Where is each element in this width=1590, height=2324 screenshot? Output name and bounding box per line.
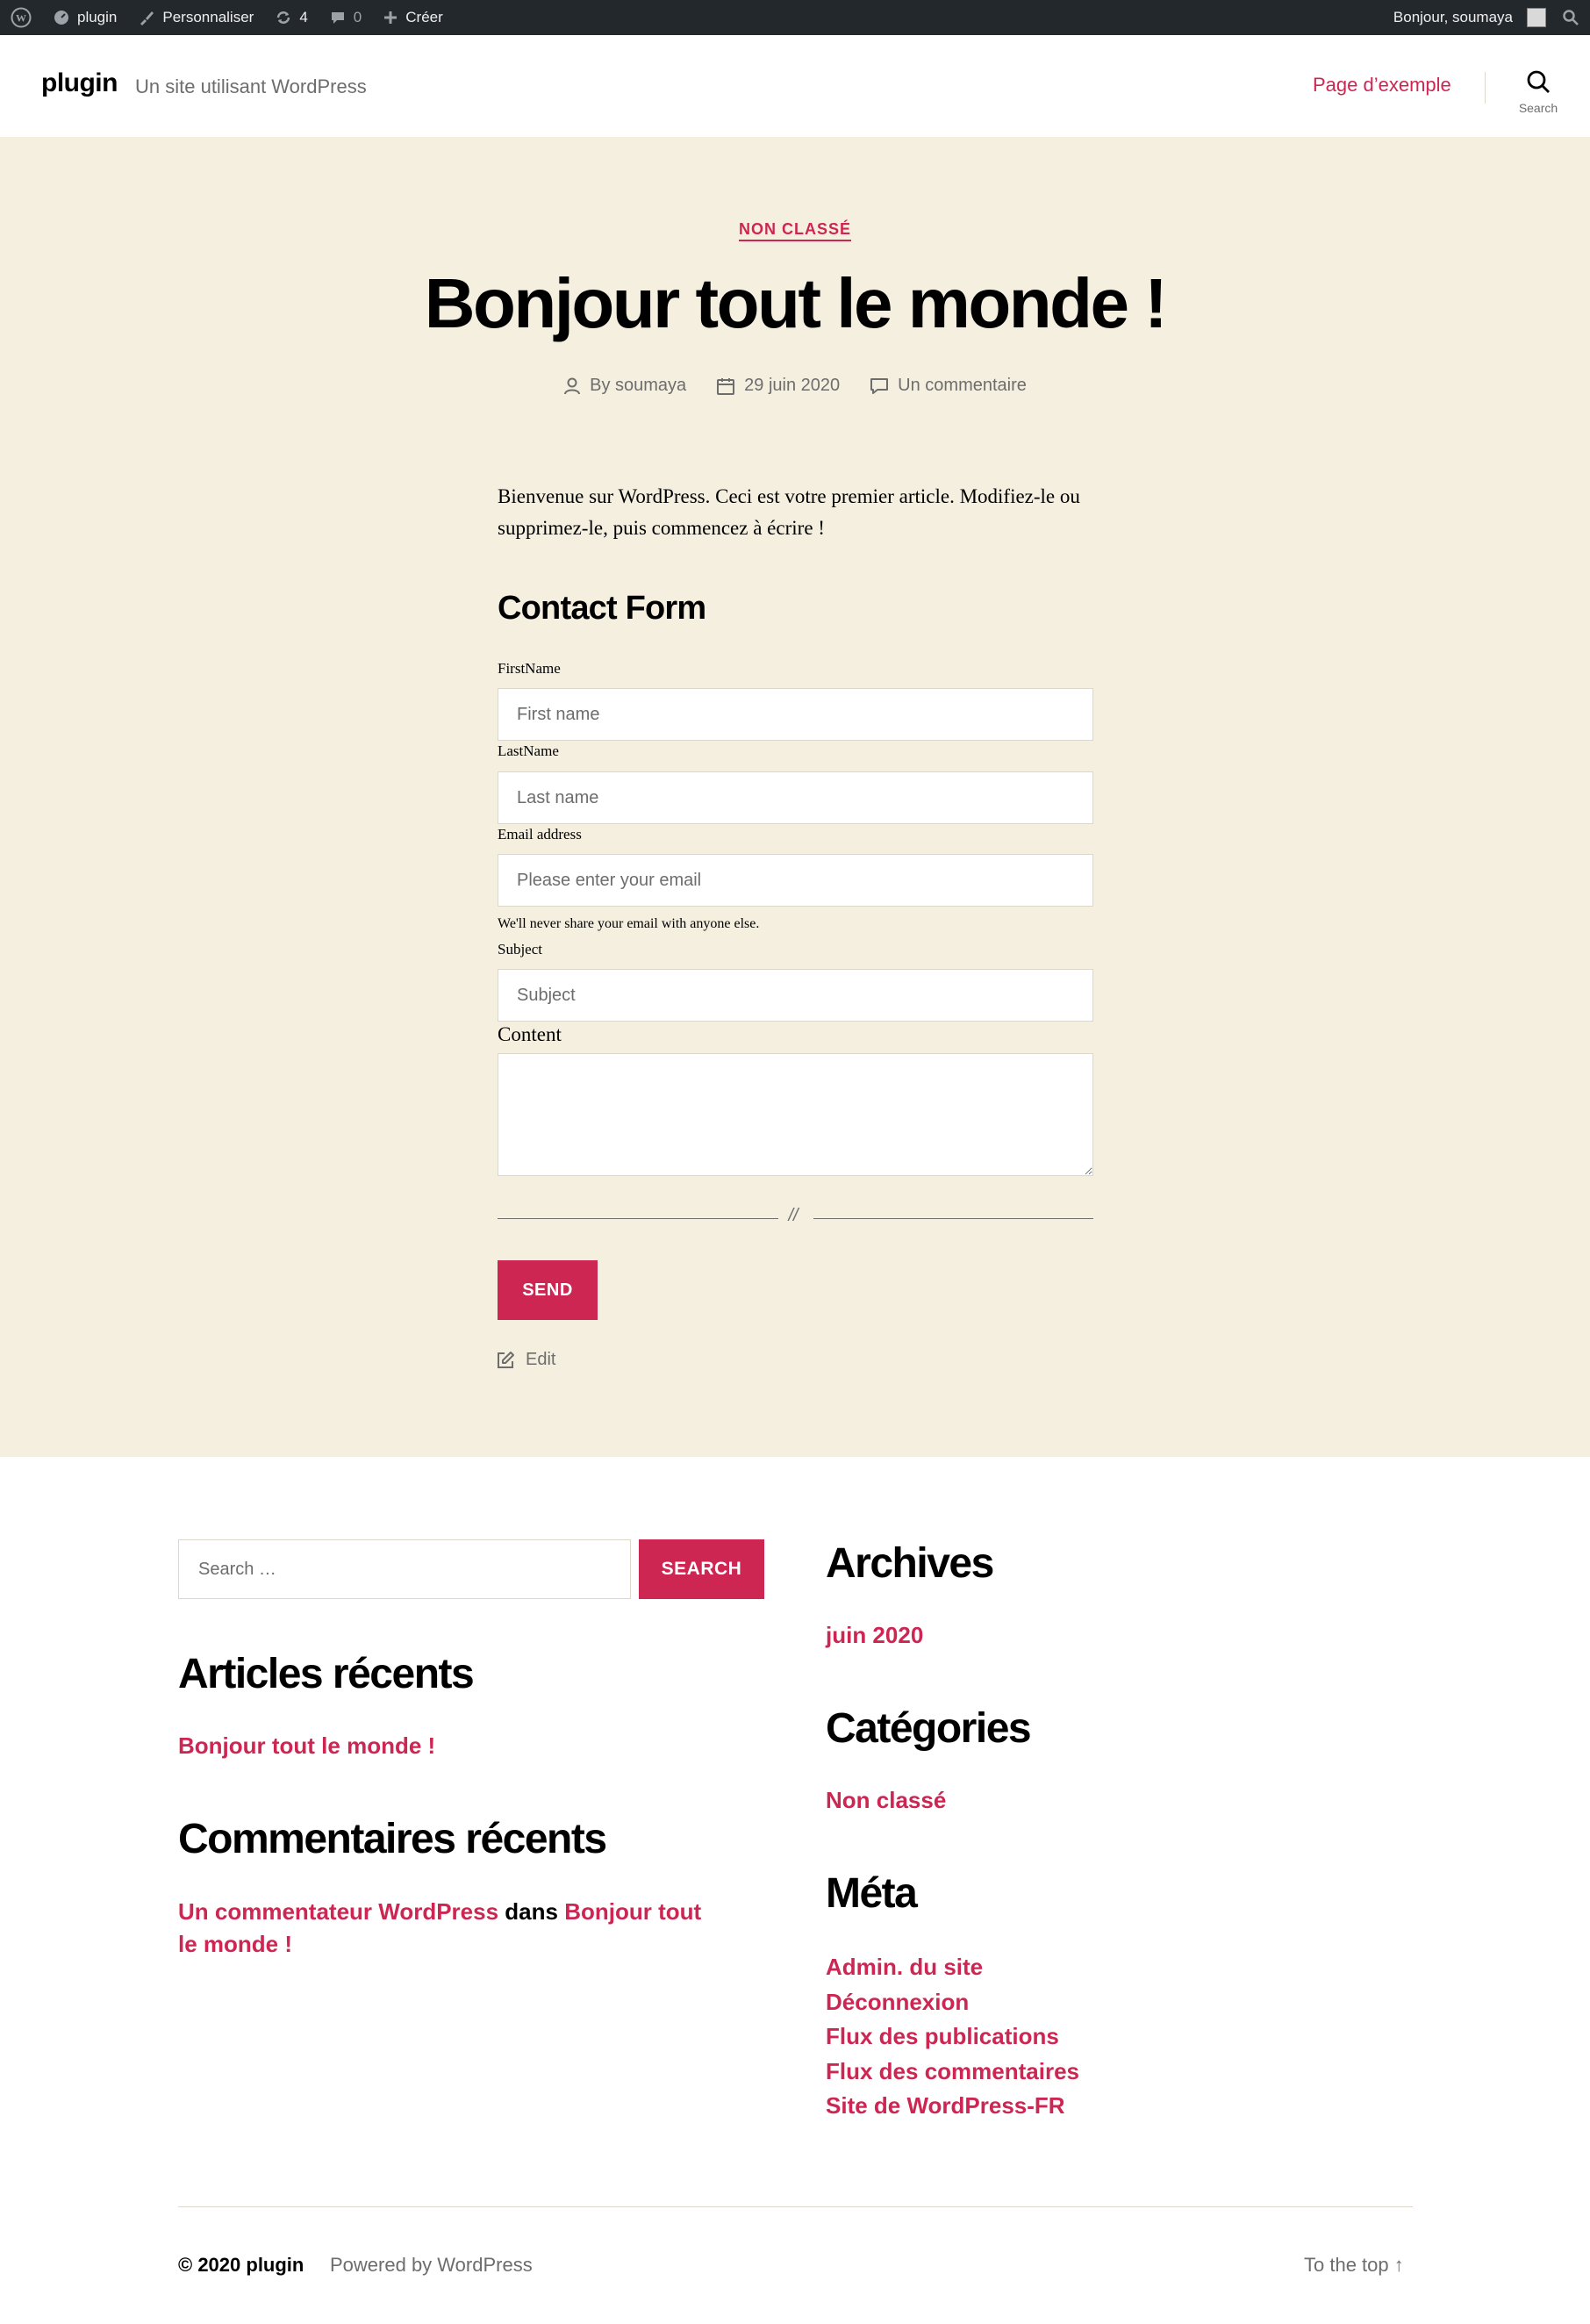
svg-text:W: W	[16, 12, 26, 25]
subject-label: Subject	[498, 941, 542, 958]
recent-posts-title: Articles récents	[178, 1651, 475, 1697]
contact-form-heading: Contact Form	[498, 590, 706, 627]
wordpress-icon: W	[11, 7, 32, 28]
updates-link[interactable]: 4	[264, 0, 318, 35]
site-tagline: Un site utilisant WordPress	[135, 75, 367, 97]
site-header: plugin Un site utilisant WordPress Page …	[0, 35, 1590, 137]
recent-comment-item: Un commentateur WordPress dans Bonjour t…	[178, 1896, 722, 1961]
category-link-wrap: NON CLASSÉ	[0, 220, 1590, 241]
post-date-label: 29 juin 2020	[744, 376, 841, 395]
firstname-label: FirstName	[498, 660, 561, 677]
post-comments[interactable]: Un commentaire	[870, 376, 1027, 396]
adminbar-search-button[interactable]	[1551, 0, 1590, 35]
meta-links-list: Admin. du site Déconnexion Flux des publ…	[826, 1950, 1079, 2124]
post-author-label: By soumaya	[590, 376, 687, 395]
to-the-top-link[interactable]: To the top ↑	[1304, 2254, 1404, 2277]
avatar	[1527, 8, 1546, 27]
meta-link-logout[interactable]: Déconnexion	[826, 1985, 1079, 2020]
admin-bar: W plugin Personnaliser 4 0 Créer Bonjour…	[0, 0, 1590, 35]
separator-line-right	[813, 1218, 1093, 1219]
email-input[interactable]	[498, 854, 1093, 907]
edit-link[interactable]: Edit	[496, 1350, 555, 1370]
subject-input[interactable]	[498, 969, 1093, 1022]
dashboard-icon	[54, 11, 68, 25]
archives-title: Archives	[826, 1540, 994, 1587]
comment-icon	[870, 377, 889, 394]
recent-post-link[interactable]: Bonjour tout le monde !	[178, 1732, 435, 1760]
footer-divider	[178, 2206, 1413, 2207]
footer-powered-by[interactable]: Powered by WordPress	[330, 2254, 533, 2277]
updates-icon	[277, 11, 290, 24]
my-account-menu[interactable]: Bonjour, soumaya	[1383, 0, 1551, 35]
meta-link-wordpress-fr[interactable]: Site de WordPress-FR	[826, 2089, 1079, 2124]
comment-author-link[interactable]: Un commentateur WordPress	[178, 1898, 498, 1925]
comment-bubble-icon	[331, 12, 344, 24]
send-button[interactable]: SEND	[498, 1260, 598, 1320]
lastname-label: LastName	[498, 742, 559, 759]
content-label: Content	[498, 1023, 562, 1045]
edit-icon	[498, 1351, 514, 1368]
recent-comments-title: Commentaires récents	[178, 1816, 607, 1862]
customize-label: Personnaliser	[162, 9, 254, 25]
post-intro: Bienvenue sur WordPress. Ceci est votre …	[498, 485, 1080, 539]
meta-link-admin[interactable]: Admin. du site	[826, 1950, 1079, 1985]
separator-mark: //	[788, 1206, 799, 1225]
category-link[interactable]: NON CLASSÉ	[738, 220, 851, 241]
user-icon	[564, 377, 581, 394]
brush-icon	[140, 11, 154, 25]
footer-copyright: © 2020 plugin	[178, 2254, 304, 2276]
categories-title: Catégories	[826, 1705, 1032, 1752]
search-toggle-button[interactable]: Search	[1504, 68, 1572, 115]
edit-label: Edit	[526, 1350, 556, 1369]
comments-count: 0	[353, 9, 362, 25]
meta-link-posts-feed[interactable]: Flux des publications	[826, 2019, 1079, 2055]
wordpress-logo-button[interactable]: W	[0, 0, 42, 35]
post-author[interactable]: By soumaya	[563, 376, 686, 396]
content-textarea[interactable]	[498, 1053, 1093, 1176]
post-meta: By soumaya 29 juin 2020 Un commentaire	[0, 376, 1590, 396]
updates-count: 4	[299, 9, 308, 25]
meta-title: Méta	[826, 1870, 918, 1917]
customize-link[interactable]: Personnaliser	[127, 0, 264, 35]
post-title: Bonjour tout le monde !	[424, 264, 1168, 342]
post-date[interactable]: 29 juin 2020	[716, 376, 840, 396]
widget-search-button[interactable]: SEARCH	[639, 1539, 764, 1599]
calendar-icon	[717, 377, 735, 395]
email-help-text: We'll never share your email with anyone…	[498, 916, 760, 931]
email-label: Email address	[498, 826, 582, 843]
site-name-label: plugin	[77, 9, 118, 25]
separator: //	[498, 1206, 1093, 1229]
site-name-menu[interactable]: plugin	[42, 0, 127, 35]
search-icon	[1527, 70, 1550, 93]
header-divider	[1485, 72, 1486, 104]
greeting-label: Bonjour, soumaya	[1393, 9, 1513, 25]
plus-icon	[384, 11, 398, 24]
search-icon	[1563, 10, 1579, 25]
meta-link-comments-feed[interactable]: Flux des commentaires	[826, 2055, 1079, 2090]
nav-item-sample-page[interactable]: Page d’exemple	[1313, 74, 1451, 97]
post-comments-label: Un commentaire	[898, 376, 1027, 395]
separator-line-left	[498, 1218, 778, 1219]
search-toggle-label: Search	[1518, 101, 1558, 115]
comments-link[interactable]: 0	[319, 0, 372, 35]
category-widget-link[interactable]: Non classé	[826, 1787, 946, 1814]
create-label: Créer	[405, 9, 443, 25]
comment-connector: dans	[505, 1898, 558, 1925]
new-content-menu[interactable]: Créer	[372, 0, 454, 35]
lastname-input[interactable]	[498, 771, 1093, 824]
firstname-input[interactable]	[498, 688, 1093, 741]
archive-link[interactable]: juin 2020	[826, 1622, 923, 1649]
site-title[interactable]: plugin	[41, 68, 118, 98]
widget-search-input[interactable]	[178, 1539, 631, 1599]
